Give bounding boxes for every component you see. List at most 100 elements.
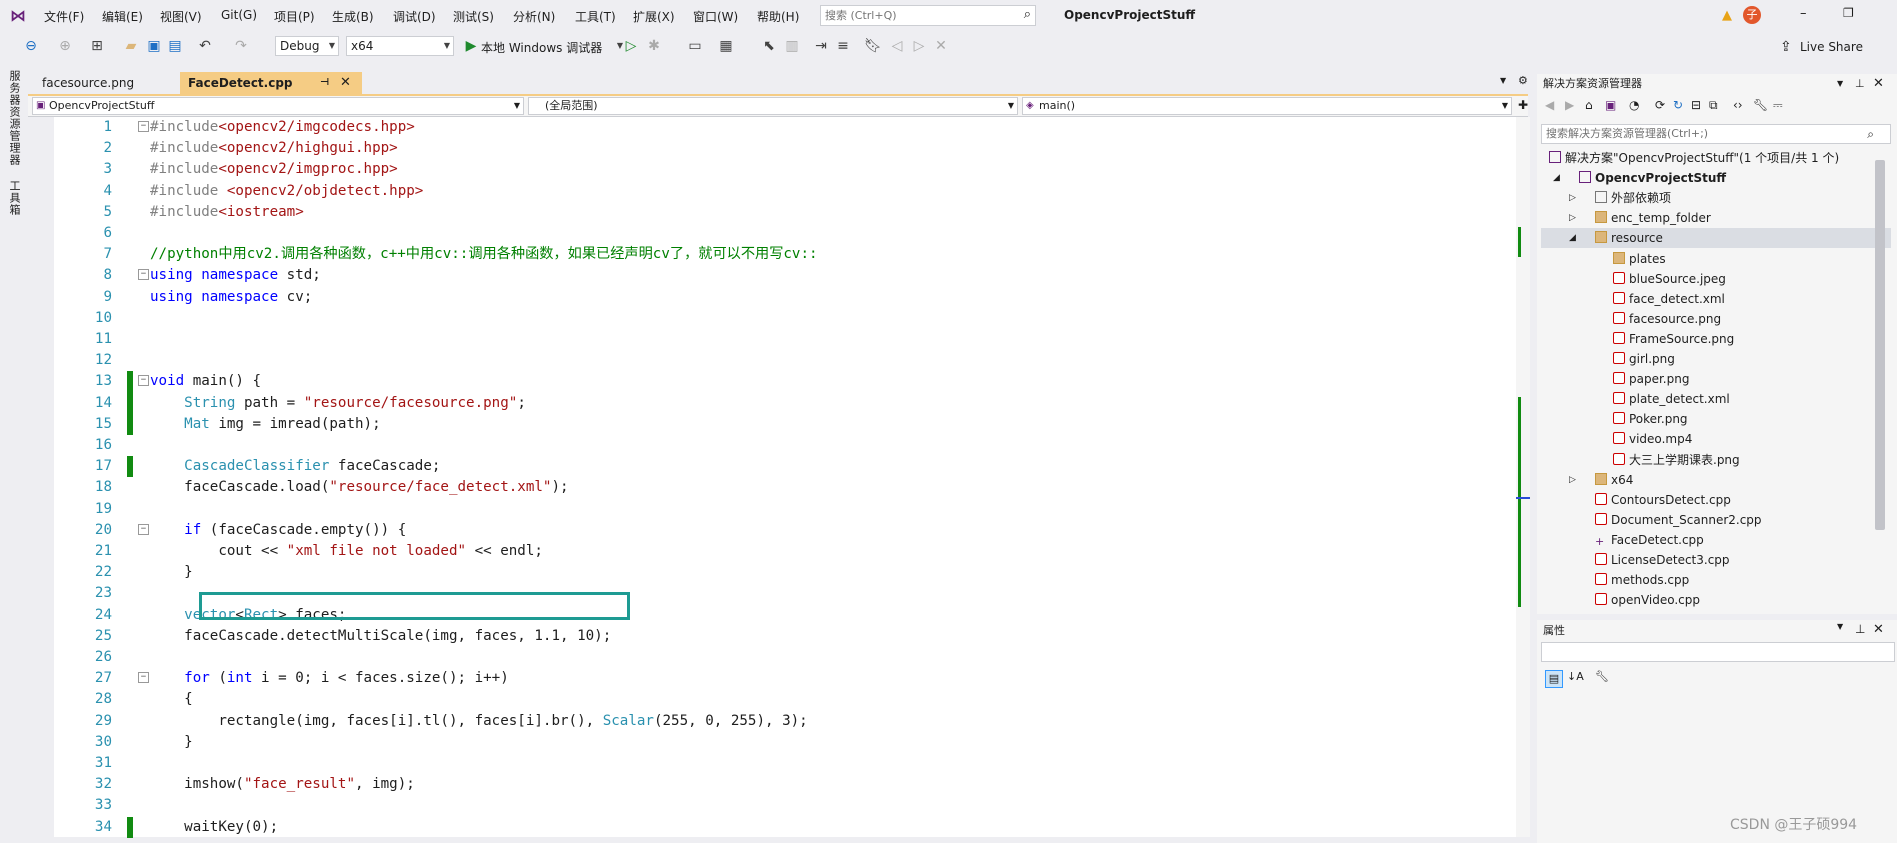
collapsed-chevron-icon[interactable]: ▷: [1569, 475, 1576, 485]
code-line[interactable]: 8 − using namespace std;: [28, 265, 1488, 286]
layout-icon[interactable]: ▦: [717, 37, 735, 55]
search-box[interactable]: ⌕: [820, 5, 1036, 26]
tree-item[interactable]: blueSource.jpeg: [1613, 269, 1726, 289]
tree-item[interactable]: 外部依赖项: [1595, 188, 1671, 208]
fold-toggle-icon[interactable]: −: [138, 269, 149, 281]
tree-item[interactable]: girl.png: [1613, 349, 1675, 369]
platform-dropdown[interactable]: x64 ▼: [346, 36, 454, 56]
menu-git[interactable]: Git(G): [221, 8, 257, 22]
run-target-label[interactable]: 本地 Windows 调试器: [481, 39, 602, 56]
start-without-debug-icon[interactable]: ▷: [622, 37, 640, 55]
code-line[interactable]: 13 − void main() {: [28, 371, 1488, 393]
code-line[interactable]: 11: [28, 329, 1488, 350]
code-line[interactable]: 29 rectangle(img, faces[i].tl(), faces[i…: [28, 711, 1488, 732]
tree-item[interactable]: enc_temp_folder: [1595, 208, 1711, 228]
visual-studio-logo-icon[interactable]: ⋈: [10, 7, 32, 25]
new-item-icon[interactable]: ⊞: [88, 37, 106, 55]
preview-icon[interactable]: ⎓: [1773, 98, 1783, 113]
code-line[interactable]: 15 Mat img = imread(path);: [28, 413, 1488, 435]
clear-bookmarks-icon[interactable]: ✕: [932, 37, 950, 55]
sync-icon[interactable]: ⟳: [1655, 98, 1665, 112]
fold-toggle-icon[interactable]: −: [138, 375, 149, 387]
code-line[interactable]: 22 }: [28, 562, 1488, 583]
pin-icon[interactable]: ⊣: [320, 72, 329, 94]
pending-changes-icon[interactable]: ◔: [1629, 98, 1639, 112]
chevron-down-icon[interactable]: ▼: [1837, 74, 1843, 94]
menu-test[interactable]: 测试(S): [453, 8, 494, 25]
select-icon[interactable]: ⬉: [760, 37, 778, 55]
code-line[interactable]: 21 cout << "xml file not loaded" << endl…: [28, 541, 1488, 562]
categorized-icon[interactable]: ▤: [1545, 670, 1563, 688]
code-line[interactable]: 7 //python中用cv2.调用各种函数，c++中用cv::调用各种函数，如果…: [28, 244, 1488, 265]
tree-item[interactable]: plate_detect.xml: [1613, 389, 1730, 409]
menu-analyze[interactable]: 分析(N): [513, 8, 555, 25]
tree-item[interactable]: 大三上学期课表.png: [1613, 450, 1740, 470]
tree-item[interactable]: resource: [1595, 228, 1663, 248]
live-share-icon[interactable]: ⇪: [1780, 39, 1792, 55]
tree-item[interactable]: facesource.png: [1613, 309, 1721, 329]
search-icon[interactable]: ⌕: [1024, 7, 1031, 22]
tree-item[interactable]: plates: [1613, 249, 1666, 269]
menu-project[interactable]: 项目(P): [274, 8, 315, 25]
configuration-dropdown[interactable]: Debug ▼: [275, 36, 339, 56]
tree-scrollbar-thumb[interactable]: [1875, 160, 1885, 530]
redo-icon[interactable]: ↷: [232, 37, 250, 55]
menu-help[interactable]: 帮助(H): [757, 8, 799, 25]
menu-build[interactable]: 生成(B): [332, 8, 374, 25]
code-editor[interactable]: 1− #include<opencv2/imgcodecs.hpp> 2 #inclu…: [28, 117, 1516, 838]
switch-view-icon[interactable]: ▣: [1605, 98, 1616, 112]
tree-item[interactable]: paper.png: [1613, 369, 1689, 389]
tree-item[interactable]: FrameSource.png: [1613, 329, 1734, 349]
menu-view[interactable]: 视图(V): [160, 8, 202, 25]
split-icon[interactable]: ✚: [1518, 98, 1528, 112]
back-icon[interactable]: ⊖: [22, 37, 40, 55]
close-icon[interactable]: ✕: [1873, 622, 1884, 637]
code-line[interactable]: 1 − #include<opencv2/imgcodecs.hpp>: [28, 117, 1488, 138]
project-dropdown[interactable]: ▣ OpencvProjectStuff ▼: [32, 97, 524, 115]
solution-node[interactable]: 解决方案"OpencvProjectStuff"(1 个项目/共 1 个): [1549, 148, 1839, 168]
tree-item[interactable]: methods.cpp: [1595, 570, 1689, 590]
prev-bookmark-icon[interactable]: ◁: [888, 37, 906, 55]
fold-toggle-icon[interactable]: −: [138, 121, 149, 132]
code-line[interactable]: 32 imshow("face_result", img);: [28, 774, 1488, 795]
menu-debug[interactable]: 调试(D): [393, 8, 436, 25]
code-line[interactable]: 17 CascadeClassifier faceCascade;: [28, 456, 1488, 478]
code-line[interactable]: 12: [28, 350, 1488, 371]
alphabetical-icon[interactable]: ↓A: [1567, 670, 1584, 683]
indent-icon[interactable]: ⇥: [812, 37, 830, 55]
bookmark-icon[interactable]: 🔖︎: [864, 37, 882, 55]
restore-icon[interactable]: ❐: [1843, 6, 1854, 20]
tab-facesource[interactable]: facesource.png: [34, 72, 184, 94]
search-input[interactable]: [821, 6, 1009, 24]
code-line[interactable]: 19: [28, 499, 1488, 520]
tree-item[interactable]: x64: [1595, 470, 1633, 490]
forward-icon[interactable]: ▶: [1565, 98, 1574, 112]
collapse-all-icon[interactable]: ⊟: [1691, 98, 1701, 112]
code-line[interactable]: 26: [28, 647, 1488, 668]
comment-icon[interactable]: ≡: [834, 37, 852, 55]
warning-icon[interactable]: ▲: [1722, 8, 1732, 23]
tree-item[interactable]: video.mp4: [1613, 429, 1692, 449]
code-line[interactable]: 16: [28, 435, 1488, 456]
code-line[interactable]: 4 #include <opencv2/objdetect.hpp>: [28, 181, 1488, 202]
hot-reload-icon[interactable]: ✱: [645, 37, 663, 55]
inspect-icon[interactable]: ▥: [783, 37, 801, 55]
avatar[interactable]: 子: [1743, 6, 1761, 24]
code-line[interactable]: 18 faceCascade.load("resource/face_detec…: [28, 477, 1488, 498]
code-view-icon[interactable]: ‹›: [1733, 98, 1743, 112]
undo-icon[interactable]: ↶: [196, 37, 214, 55]
search-icon[interactable]: ⌕: [1867, 125, 1874, 143]
menu-extensions[interactable]: 扩展(X): [633, 8, 675, 25]
live-share-button[interactable]: Live Share: [1800, 40, 1863, 54]
chevron-down-icon[interactable]: ▼: [1837, 622, 1843, 631]
minimize-icon[interactable]: –: [1800, 6, 1807, 21]
code-line[interactable]: 27 − for (int i = 0; i < faces.size(); i+…: [28, 668, 1488, 689]
tree-item[interactable]: Document_Scanner2.cpp: [1595, 510, 1762, 530]
tree-item[interactable]: Poker.png: [1613, 409, 1688, 429]
tab-facedetect[interactable]: FaceDetect.cpp ⊣ ✕: [180, 72, 362, 94]
close-icon[interactable]: ✕: [340, 72, 351, 94]
code-line[interactable]: 20 − if (faceCascade.empty()) {: [28, 520, 1488, 541]
editor-scrollbar[interactable]: [1516, 117, 1530, 837]
menu-tools[interactable]: 工具(T): [575, 8, 616, 25]
refresh-icon[interactable]: ↻: [1673, 98, 1683, 112]
